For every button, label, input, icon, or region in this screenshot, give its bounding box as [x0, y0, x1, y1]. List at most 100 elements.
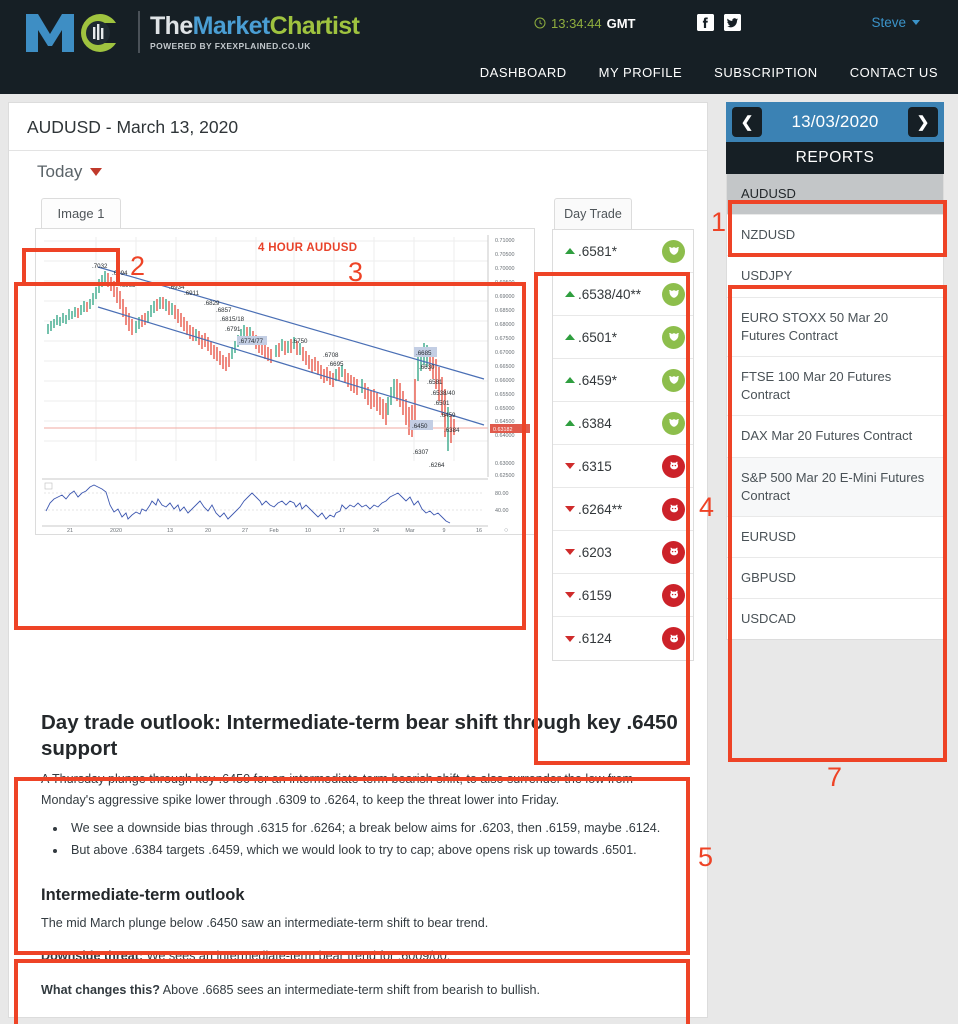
triangle-down-icon [565, 463, 575, 469]
list-item: But above .6384 targets .6459, which we … [67, 840, 693, 862]
level-value: .6159 [578, 587, 612, 603]
day-trade-outlook: Day trade outlook: Intermediate-term bea… [33, 700, 693, 868]
list-item[interactable]: .6459* [553, 359, 693, 402]
list-item[interactable]: .6501* [553, 316, 693, 359]
svg-text:.6829: .6829 [204, 300, 220, 307]
logo-mark-icon [26, 14, 116, 52]
selected-date: 13/03/2020 [791, 112, 879, 131]
list-item[interactable]: .6538/40** [553, 273, 693, 316]
reports-list: AUDUSD NZDUSD USDJPY EURO STOXX 50 Mar 2… [726, 174, 944, 641]
svg-text:21: 21 [67, 528, 73, 534]
svg-text:.6791: .6791 [225, 326, 241, 333]
sidebar-item-eurusd[interactable]: EURUSD [727, 517, 943, 559]
sidebar-item-dax[interactable]: DAX Mar 20 Futures Contract [727, 416, 943, 458]
triangle-up-icon [565, 291, 575, 297]
page-body: AUDUSD - March 13, 2020 Today Image 1 4 … [0, 94, 958, 1024]
triangle-up-icon [565, 377, 575, 383]
list-item[interactable]: .6124 [553, 617, 693, 660]
intermediate-outlook-paragraph: The mid March plunge below .6450 saw an … [41, 916, 489, 930]
list-item[interactable]: .6315 [553, 445, 693, 488]
level-value: .6501* [578, 329, 618, 345]
what-changes-text: Above .6685 sees an intermediate-term sh… [159, 982, 541, 997]
nav-item-subscription[interactable]: SUBSCRIPTION [714, 65, 818, 80]
sidebar-item-ftse-100[interactable]: FTSE 100 Mar 20 Futures Contract [727, 357, 943, 417]
svg-text:0.69500: 0.69500 [495, 280, 515, 286]
svg-text:0.68000: 0.68000 [495, 322, 515, 328]
sidebar-item-nzdusd[interactable]: NZDUSD [727, 215, 943, 257]
level-value: .6459* [578, 372, 618, 388]
svg-text:0.62500: 0.62500 [495, 473, 515, 479]
logo[interactable]: TheMarketChartist POWERED BY FXEXPLAINED… [22, 8, 360, 56]
chart-canvas[interactable]: 4 HOUR AUDUSD .7032 .6994 .6965 .6934 .6… [35, 228, 535, 535]
facebook-icon[interactable] [697, 14, 714, 31]
level-value: .6203 [578, 544, 612, 560]
bear-icon[interactable] [662, 497, 685, 521]
triangle-down-icon [565, 592, 575, 598]
sidebar-item-gbpusd[interactable]: GBPUSD [727, 558, 943, 600]
svg-text:.6994: .6994 [112, 270, 128, 277]
chart-panel: Image 1 4 HOUR AUDUSD .7032 .6994 .6965 … [35, 198, 535, 535]
svg-text:.6459: .6459 [440, 412, 456, 419]
svg-text:.6384: .6384 [444, 427, 460, 434]
list-item[interactable]: .6384 [553, 402, 693, 445]
svg-text:.6815/18: .6815/18 [220, 316, 245, 323]
svg-text:27: 27 [242, 528, 248, 534]
bull-icon[interactable] [662, 368, 685, 392]
chevron-down-icon [90, 168, 103, 176]
bull-icon[interactable] [662, 239, 685, 263]
svg-text:.6857: .6857 [216, 307, 232, 314]
sidebar-item-sp-500[interactable]: S&P 500 Mar 20 E-Mini Futures Contract [727, 457, 943, 517]
svg-text:.6750: .6750 [292, 338, 308, 345]
what-changes-label: What changes this? [41, 982, 160, 997]
prev-date-button[interactable]: ❮ [732, 107, 762, 137]
bear-icon[interactable] [662, 627, 685, 650]
intermediate-term-outlook: Intermediate-term outlook The mid March … [33, 878, 693, 1003]
user-menu[interactable]: Steve [871, 15, 920, 30]
list-item[interactable]: .6203 [553, 531, 693, 574]
logo-the: The [150, 11, 193, 40]
tab-day-trade[interactable]: Day Trade [554, 198, 632, 230]
bull-icon[interactable] [662, 282, 685, 306]
tab-image-1[interactable]: Image 1 [41, 198, 121, 228]
what-changes-line: What changes this? Above .6685 sees an i… [33, 969, 693, 1002]
nav-item-contact-us[interactable]: CONTACT US [850, 65, 938, 80]
list-item[interactable]: .6581* [553, 230, 693, 273]
triangle-down-icon [565, 506, 575, 512]
bull-icon[interactable] [662, 411, 685, 435]
sidebar-item-usdcad[interactable]: USDCAD [727, 599, 943, 639]
date-navigator: ❮ 13/03/2020 ❯ [726, 102, 944, 142]
sidebar-item-audusd[interactable]: AUDUSD [727, 174, 943, 216]
svg-text:.6501: .6501 [434, 400, 450, 407]
twitter-icon[interactable] [724, 14, 741, 31]
sidebar-item-usdjpy[interactable]: USDJPY [727, 256, 943, 298]
svg-text:.6264: .6264 [429, 462, 445, 469]
current-price-tag: 0.63182 [493, 427, 513, 433]
level-value: .6124 [578, 631, 612, 646]
bear-icon[interactable] [662, 583, 685, 607]
nav-item-my-profile[interactable]: MY PROFILE [599, 65, 683, 80]
period-select[interactable]: Today [33, 161, 106, 183]
nav-item-dashboard[interactable]: DASHBOARD [480, 65, 567, 80]
bear-icon[interactable] [662, 540, 685, 564]
triangle-down-icon [565, 549, 575, 555]
next-date-button[interactable]: ❯ [908, 107, 938, 137]
list-item[interactable]: .6159 [553, 574, 693, 617]
social-links [697, 14, 741, 31]
page-title: AUDUSD - March 13, 2020 [27, 117, 239, 137]
svg-text:10: 10 [305, 528, 311, 534]
svg-text:.6911: .6911 [184, 290, 200, 297]
svg-text:0.70000: 0.70000 [495, 266, 515, 272]
bear-icon[interactable] [662, 454, 685, 478]
bull-icon[interactable] [662, 325, 685, 349]
svg-text:.6708: .6708 [323, 352, 339, 359]
clock-icon [534, 17, 546, 31]
report-card: AUDUSD - March 13, 2020 Today Image 1 4 … [8, 102, 708, 1018]
card-header: AUDUSD - March 13, 2020 [9, 103, 707, 151]
svg-text:0.66500: 0.66500 [495, 364, 515, 370]
levels-panel: Day Trade .6581* .6538/40** .6501* .6459… [552, 198, 694, 661]
list-item[interactable]: .6264** [553, 488, 693, 531]
svg-text:2020: 2020 [110, 528, 122, 534]
svg-text:0.64000: 0.64000 [495, 433, 515, 439]
sidebar-item-euro-stoxx-50[interactable]: EURO STOXX 50 Mar 20 Futures Contract [727, 298, 943, 357]
clock-timezone: GMT [606, 16, 636, 31]
